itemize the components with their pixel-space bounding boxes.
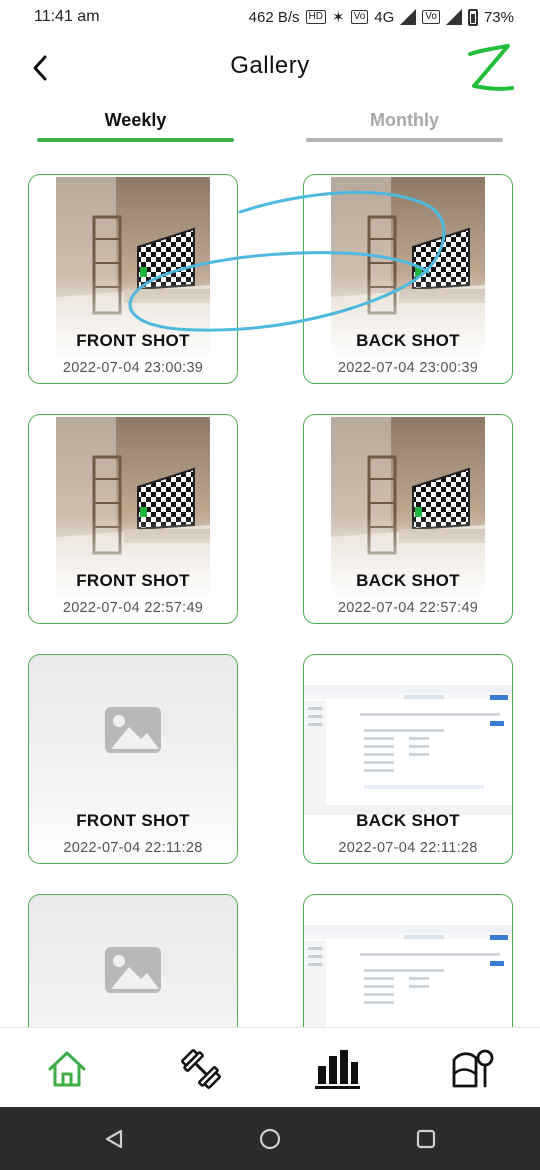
card-date: 2022-07-04 22:57:49 — [62, 600, 204, 616]
dumbbell-icon — [181, 1049, 221, 1089]
gallery-card[interactable]: FRONT SHOT 2022-07-04 22:57:49 — [28, 414, 238, 624]
system-recents-button[interactable] — [412, 1125, 440, 1153]
gallery-card[interactable]: BACK SHOT 2022-07-04 22:57:49 — [303, 414, 513, 624]
nav-body[interactable] — [448, 1046, 494, 1092]
gallery-card[interactable]: BACK SHOT 2022-07-04 22:11:28 — [303, 654, 513, 864]
system-navigation-bar — [0, 1107, 540, 1170]
square-recents-icon — [416, 1129, 436, 1149]
nav-workout[interactable] — [178, 1046, 224, 1092]
screenshot-thumbnail — [304, 685, 512, 815]
circle-home-icon — [259, 1128, 281, 1150]
system-back-button[interactable] — [100, 1125, 128, 1153]
card-date: 2022-07-04 22:57:49 — [337, 600, 479, 616]
image-placeholder — [29, 655, 237, 863]
card-date: 2022-07-04 22:11:28 — [338, 840, 478, 856]
nav-stats[interactable] — [314, 1046, 360, 1092]
card-title: BACK SHOT — [356, 571, 460, 590]
triangle-back-icon — [105, 1129, 123, 1149]
screenshot-thumbnail — [304, 925, 512, 1028]
bar-chart-icon — [315, 1050, 360, 1089]
bottom-navigation — [0, 1027, 540, 1107]
gallery-card[interactable] — [303, 894, 513, 1028]
body-measure-icon — [452, 1049, 494, 1088]
gallery-card[interactable] — [28, 894, 238, 1028]
room-photo-thumbnail — [56, 417, 210, 595]
image-placeholder-icon — [105, 947, 161, 993]
annotation-scribble — [128, 190, 446, 332]
nav-home[interactable] — [44, 1046, 90, 1092]
card-title: BACK SHOT — [356, 811, 460, 830]
card-title: FRONT SHOT — [76, 571, 190, 590]
image-placeholder-icon — [105, 707, 161, 753]
gallery-card[interactable]: FRONT SHOT 2022-07-04 22:11:28 — [28, 654, 238, 864]
system-home-button[interactable] — [256, 1125, 284, 1153]
home-icon — [48, 1051, 86, 1087]
card-title: FRONT SHOT — [76, 811, 190, 830]
card-date: 2022-07-04 22:11:28 — [63, 840, 203, 856]
room-photo-thumbnail — [331, 417, 485, 595]
